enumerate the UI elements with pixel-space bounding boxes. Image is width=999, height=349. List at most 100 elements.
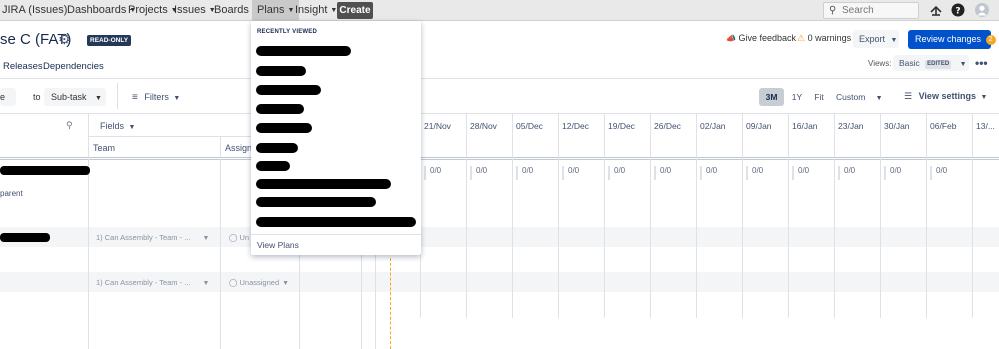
capacity-value: 0/0 xyxy=(930,166,947,180)
search-input[interactable]: ⚲ Search xyxy=(823,2,919,19)
divider xyxy=(0,159,999,160)
view-plans-link[interactable]: View Plans xyxy=(257,240,299,250)
recently-viewed-heading: RECENTLY VIEWED xyxy=(257,29,318,35)
search-icon[interactable]: ⚲ xyxy=(66,120,73,131)
timeline-date: 02/Jan xyxy=(700,121,726,131)
menu-item-recent-plan[interactable] xyxy=(256,66,306,76)
nav-label: Projects xyxy=(128,4,168,16)
tab-releases[interactable]: Releases xyxy=(3,61,43,72)
nav-label: Insight xyxy=(295,4,328,16)
chevron-down-icon: ▼ xyxy=(128,124,136,131)
hierarchy-from-select[interactable]: e xyxy=(0,88,16,106)
filters-label: Filters xyxy=(144,92,169,102)
menu-item-recent-plan[interactable] xyxy=(256,217,416,227)
column-divider xyxy=(220,136,221,349)
chevron-down-icon: ▼ xyxy=(173,95,181,102)
hierarchy-to-select[interactable]: Sub-task ▼ xyxy=(44,88,106,106)
nav-projects[interactable]: Projects ▼ xyxy=(128,0,178,21)
week-divider xyxy=(466,113,467,318)
capacity-value: 0/0 xyxy=(792,166,809,180)
week-divider xyxy=(696,113,697,318)
nav-insight[interactable]: Insight ▼ xyxy=(295,0,337,21)
avatar-icon: ◯ xyxy=(229,278,238,287)
week-divider xyxy=(972,113,973,318)
week-divider xyxy=(742,113,743,318)
range-custom-label: Custom xyxy=(836,92,866,102)
team-cell[interactable]: 1) Can Assembly - Team - ... ▼ xyxy=(96,233,209,242)
nav-plans[interactable]: Plans ▼ xyxy=(252,0,300,21)
plans-dropdown-menu: RECENTLY VIEWED View Plans xyxy=(251,21,421,255)
views-select[interactable]: Basic EDITED ▼ xyxy=(893,55,969,71)
app-switcher-label[interactable]: JIRA (Issues) xyxy=(2,0,67,21)
week-divider xyxy=(834,113,835,318)
timeline-date: 30/Jan xyxy=(884,121,910,131)
chevron-down-icon: ▼ xyxy=(287,7,295,14)
range-fit-button[interactable]: Fit xyxy=(811,88,827,106)
views-value: Basic xyxy=(899,58,920,68)
chevron-down-icon: ▼ xyxy=(875,95,883,102)
nav-label: Issues xyxy=(174,4,206,16)
range-3m-button[interactable]: 3M xyxy=(759,88,784,106)
view-settings-label: View settings xyxy=(918,91,976,101)
week-divider xyxy=(512,113,513,318)
export-label: Export xyxy=(859,34,886,44)
gear-icon[interactable]: ⚙ xyxy=(58,31,71,48)
settings-sliders-icon: ☰ xyxy=(904,91,913,101)
warnings-button[interactable]: ⚠ 0 warnings xyxy=(797,33,851,44)
assignee-cell[interactable]: ◯ Un xyxy=(229,233,249,242)
svg-text:?: ? xyxy=(955,7,960,17)
tab-dependencies[interactable]: Dependencies xyxy=(43,61,104,72)
timeline-date: 13/... xyxy=(976,121,995,131)
nav-label: Plans xyxy=(257,4,285,16)
more-actions-icon[interactable]: ••• xyxy=(975,56,988,70)
menu-item-recent-plan[interactable] xyxy=(256,104,304,114)
menu-item-recent-plan[interactable] xyxy=(256,161,290,171)
timeline-date: 19/Dec xyxy=(608,121,635,131)
assignee-cell[interactable]: ◯ Unassigned ▼ xyxy=(229,278,289,287)
capacity-value: 0/0 xyxy=(608,166,625,180)
menu-item-recent-plan[interactable] xyxy=(256,197,376,207)
create-button[interactable]: Create xyxy=(337,2,373,19)
timeline-date: 09/Jan xyxy=(746,121,772,131)
nav-label: Dashboards xyxy=(67,4,127,16)
team-value: 1) Can Assembly - Team - ... xyxy=(96,233,191,242)
avatar-icon[interactable] xyxy=(975,3,989,17)
hierarchy-to-value: Sub-task xyxy=(51,92,87,102)
review-changes-button[interactable]: Review changes 2 xyxy=(908,30,996,49)
column-header-team[interactable]: Team xyxy=(93,143,115,153)
divider xyxy=(0,113,999,114)
capacity-value: 0/0 xyxy=(700,166,717,180)
views-label: Views: xyxy=(868,59,892,68)
parent-label: parent xyxy=(0,189,23,198)
warnings-label: 0 warnings xyxy=(807,33,852,43)
menu-item-recent-plan[interactable] xyxy=(256,143,298,153)
give-feedback-button[interactable]: 📣 Give feedback xyxy=(726,33,796,43)
menu-item-recent-plan[interactable] xyxy=(256,85,321,95)
nav-dashboards[interactable]: Dashboards ▼ xyxy=(67,0,136,21)
timeline-date: 05/Dec xyxy=(516,121,543,131)
filters-button[interactable]: ≡ Filters ▼ xyxy=(132,92,180,103)
nav-issues[interactable]: Issues ▼ xyxy=(174,0,216,21)
view-settings-button[interactable]: ☰ View settings ▼ xyxy=(904,91,987,102)
warning-icon: ⚠ xyxy=(797,33,806,43)
capacity-value: 0/0 xyxy=(516,166,533,180)
range-1y-button[interactable]: 1Y xyxy=(789,88,805,106)
divider xyxy=(0,78,999,79)
team-cell[interactable]: 1) Can Assembly - Team - ... ▼ xyxy=(96,278,209,287)
column-divider xyxy=(88,113,89,349)
assignee-value: Unassigned xyxy=(239,278,280,287)
capacity-value: 0/0 xyxy=(746,166,763,180)
range-custom-button[interactable]: Custom ▼ xyxy=(831,88,887,106)
assignee-value: Un xyxy=(239,233,250,242)
notifications-icon[interactable] xyxy=(929,3,943,17)
divider xyxy=(251,234,421,235)
export-button[interactable]: Export ▼ xyxy=(853,30,899,48)
fields-button[interactable]: Fields ▼ xyxy=(100,121,135,131)
capacity-value: 0/0 xyxy=(424,166,441,180)
top-navigation-bar: JIRA (Issues) Dashboards ▼ Projects ▼ Issu… xyxy=(0,0,999,21)
menu-item-recent-plan[interactable] xyxy=(256,46,351,56)
timeline-date: 12/Dec xyxy=(562,121,589,131)
menu-item-recent-plan[interactable] xyxy=(256,123,312,133)
help-icon[interactable]: ? xyxy=(951,3,965,17)
menu-item-recent-plan[interactable] xyxy=(256,179,391,189)
